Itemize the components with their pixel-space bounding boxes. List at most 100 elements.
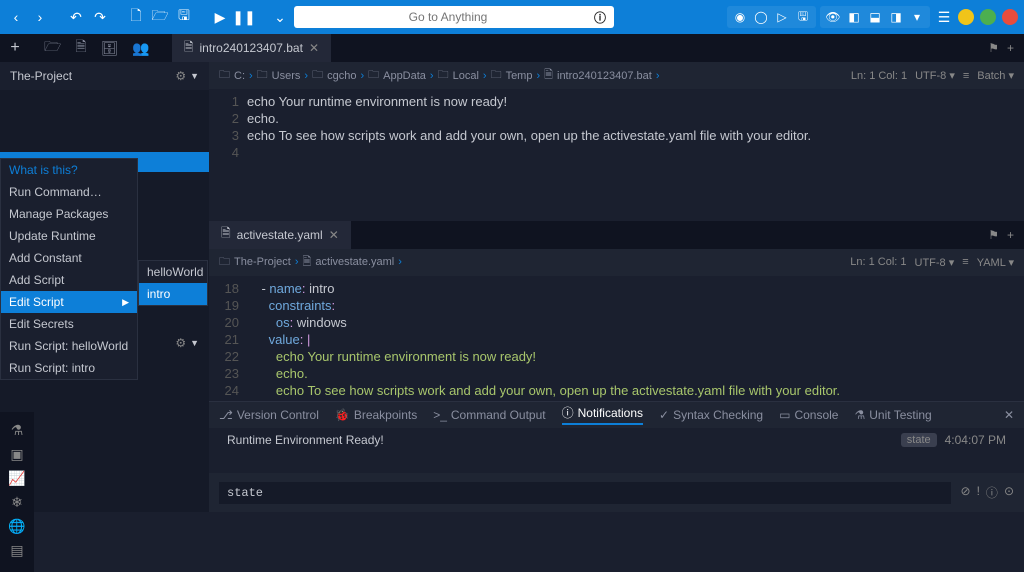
redo-icon[interactable]: ↷ <box>90 7 110 27</box>
language-mode[interactable]: Batch ▾ <box>977 69 1014 82</box>
ctx-run-command[interactable]: Run Command… <box>1 181 137 203</box>
chart-icon[interactable]: 📈 <box>7 468 27 488</box>
cursor-position[interactable]: Ln: 1 Col: 1 <box>850 256 906 268</box>
code-line[interactable]: 3echo To see how scripts work and add yo… <box>209 127 1024 144</box>
bottom-tab-syntax-checking[interactable]: ✓ Syntax Checking <box>659 408 763 422</box>
flag-icon[interactable]: ⚑ <box>988 41 999 55</box>
book-icon[interactable]: ▤ <box>7 540 27 560</box>
panel-right-icon[interactable]: ◨ <box>887 8 905 26</box>
project-header[interactable]: The-Project ⚙ ▼ <box>0 62 209 90</box>
flag-icon[interactable]: ⚑ <box>988 228 999 242</box>
chevron-down-icon[interactable]: ▼ <box>190 71 199 81</box>
gear-icon[interactable]: ⚙ <box>175 336 186 350</box>
cursor-position[interactable]: Ln: 1 Col: 1 <box>851 70 907 82</box>
info-icon[interactable]: ⓘ <box>986 484 998 501</box>
minimize-icon[interactable] <box>958 9 974 25</box>
submenu-helloworld[interactable]: helloWorld <box>139 261 207 283</box>
clear-icon[interactable]: ⊘ <box>961 484 971 501</box>
editor-1[interactable]: 1echo Your runtime environment is now re… <box>209 89 1024 220</box>
ctx-update-runtime[interactable]: Update Runtime <box>1 225 137 247</box>
globe-icon[interactable]: 🌐 <box>7 516 27 536</box>
record-icon[interactable]: ◉ <box>731 8 749 26</box>
bottom-panel-tabs: ⎇ Version Control 🐞 Breakpoints >_ Command… <box>209 401 1024 428</box>
code-line[interactable]: 22 echo Your runtime environment is now … <box>209 348 1024 365</box>
code-line[interactable]: 1echo Your runtime environment is now re… <box>209 93 1024 110</box>
new-file-icon[interactable]: 🗋 <box>126 7 146 27</box>
encoding[interactable]: UTF-8 ▾ <box>915 69 955 82</box>
files-icon[interactable]: 🗁 <box>44 36 61 60</box>
code-line[interactable]: 23 echo. <box>209 365 1024 382</box>
open-file-icon[interactable]: 🗁 <box>150 7 170 27</box>
close-panel-icon[interactable]: ✕ <box>1004 408 1014 422</box>
code-line[interactable]: 24 echo To see how scripts work and add … <box>209 382 1024 399</box>
search-input[interactable] <box>302 10 594 24</box>
crumb[interactable]: C: <box>234 70 245 82</box>
language-mode[interactable]: YAML ▾ <box>977 256 1014 269</box>
ctx-add-script[interactable]: Add Script <box>1 269 137 291</box>
command-input[interactable] <box>219 482 951 504</box>
chevron-down-icon[interactable]: ▼ <box>190 338 199 348</box>
code-line[interactable]: 18 - name: intro <box>209 280 1024 297</box>
play-macro-icon[interactable]: ▷ <box>773 8 791 26</box>
add-icon[interactable]: + <box>1007 41 1014 55</box>
menu-icon[interactable]: ☰ <box>934 7 954 27</box>
indent-icon[interactable]: ≡ <box>963 70 969 82</box>
bottom-tab-notifications[interactable]: ⓘ Notifications <box>562 404 643 425</box>
error-icon[interactable]: ! <box>977 484 980 501</box>
ctx-edit-script[interactable]: Edit Script▶ <box>1 291 137 313</box>
flask-icon[interactable]: ⚗ <box>7 420 27 440</box>
maximize-icon[interactable] <box>980 9 996 25</box>
bottom-tab-breakpoints[interactable]: 🐞 Breakpoints <box>335 408 417 422</box>
code-line[interactable]: 4 <box>209 144 1024 161</box>
ctx-manage-packages[interactable]: Manage Packages <box>1 203 137 225</box>
eye-icon[interactable]: 👁 <box>824 8 842 26</box>
code-line[interactable]: 20 os: windows <box>209 314 1024 331</box>
gear-icon[interactable]: ⚙ <box>175 69 186 83</box>
bottom-tab-console[interactable]: ▭ Console <box>779 408 838 422</box>
code-icon[interactable]: 🗎 <box>75 36 86 60</box>
add-icon[interactable]: + <box>1007 228 1014 242</box>
encoding[interactable]: UTF-8 ▾ <box>915 256 955 269</box>
close-tab-icon[interactable]: ✕ <box>309 41 319 55</box>
code-line[interactable]: 21 value: | <box>209 331 1024 348</box>
ctx-add-constant[interactable]: Add Constant <box>1 247 137 269</box>
panel-left-icon[interactable]: ◧ <box>845 8 863 26</box>
save-macro-icon[interactable]: 🖫 <box>794 8 812 26</box>
forward-icon[interactable]: › <box>30 7 50 27</box>
snowflake-icon[interactable]: ❄ <box>7 492 27 512</box>
info-icon[interactable]: ⓘ <box>594 9 606 26</box>
stop-record-icon[interactable]: ◯ <box>752 8 770 26</box>
undo-icon[interactable]: ↶ <box>66 7 86 27</box>
ctx-run-helloworld[interactable]: Run Script: helloWorld <box>1 335 137 357</box>
new-tab-icon[interactable]: + <box>0 39 30 57</box>
bottom-tab-command-output[interactable]: >_ Command Output <box>433 408 545 422</box>
code-line[interactable]: 2echo. <box>209 110 1024 127</box>
dropdown-icon[interactable]: ⌄ <box>270 7 290 27</box>
close-tab-icon[interactable]: ✕ <box>329 228 339 242</box>
database-icon[interactable]: 🗄 <box>101 40 119 57</box>
submenu-arrow-icon: ▶ <box>122 297 129 308</box>
search-box[interactable]: ⓘ <box>294 6 614 28</box>
bottom-tab-version-control[interactable]: ⎇ Version Control <box>219 408 319 422</box>
file-icon: 🗎 <box>303 253 312 272</box>
ctx-what-is-this[interactable]: What is this? <box>1 159 137 181</box>
ctx-run-intro[interactable]: Run Script: intro <box>1 357 137 379</box>
back-icon[interactable]: ‹ <box>6 7 26 27</box>
ctx-edit-secrets[interactable]: Edit Secrets <box>1 313 137 335</box>
terminal-icon[interactable]: ▣ <box>7 444 27 464</box>
tab-activestate-yaml[interactable]: 🗎 activestate.yaml ✕ <box>209 221 351 249</box>
close-window-icon[interactable] <box>1002 9 1018 25</box>
code-line[interactable]: 19 constraints: <box>209 297 1024 314</box>
layout-dropdown-icon[interactable]: ▾ <box>908 8 926 26</box>
users-icon[interactable]: 👥 <box>132 40 149 57</box>
settings-icon[interactable]: ⊙ <box>1004 484 1014 501</box>
play-icon[interactable]: ▶ <box>210 7 230 27</box>
editor-2[interactable]: 18 - name: intro19 constraints:20 os: wi… <box>209 276 1024 401</box>
submenu-intro[interactable]: intro <box>139 283 207 305</box>
bottom-tab-unit-testing[interactable]: ⚗ Unit Testing <box>854 408 931 422</box>
tab-intro-bat[interactable]: 🗎 intro240123407.bat ✕ <box>172 34 331 62</box>
save-icon[interactable]: 🖫 <box>174 7 194 27</box>
indent-icon[interactable]: ≡ <box>962 256 968 268</box>
panel-bottom-icon[interactable]: ⬓ <box>866 8 884 26</box>
pause-icon[interactable]: ❚❚ <box>234 7 254 27</box>
